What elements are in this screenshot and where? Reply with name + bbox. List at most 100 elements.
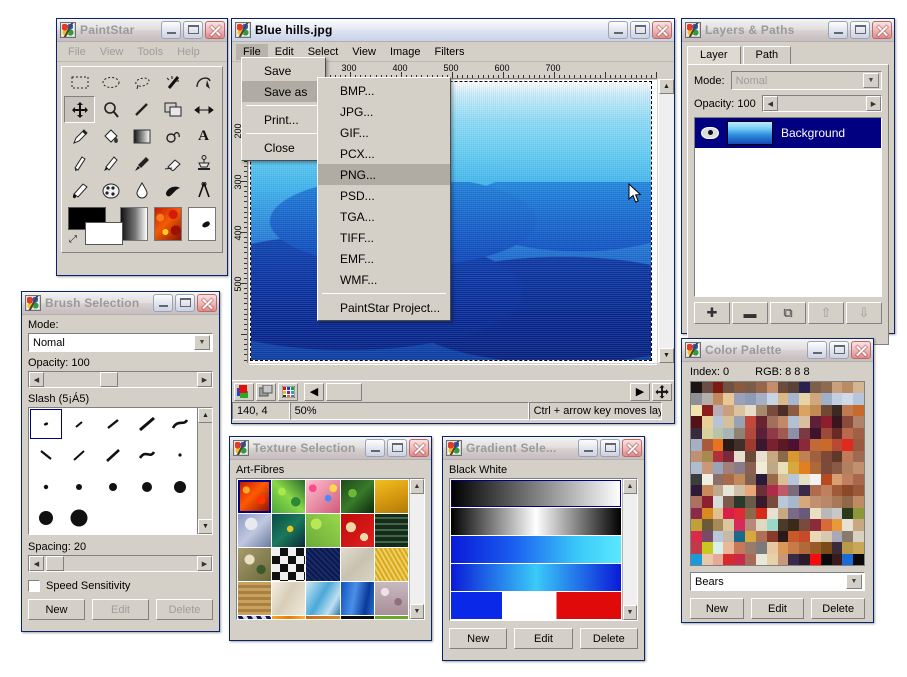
foreground-background-swatch[interactable]: ⤢ <box>68 207 114 245</box>
scroll-down-button[interactable]: ▼ <box>198 519 213 534</box>
palette-swatch[interactable] <box>745 416 756 427</box>
palette-swatch[interactable] <box>842 462 853 473</box>
maximize-button[interactable] <box>829 341 849 359</box>
palette-swatch[interactable] <box>745 508 756 519</box>
menu-item-bmp[interactable]: BMP... <box>318 80 450 101</box>
palette-swatch[interactable] <box>723 451 734 462</box>
palette-swatch[interactable] <box>745 519 756 530</box>
line-tool[interactable] <box>126 96 157 123</box>
palette-swatch[interactable] <box>842 496 853 507</box>
palette-swatch[interactable] <box>734 542 745 553</box>
palette-swatch[interactable] <box>723 496 734 507</box>
tex-teal-oil[interactable] <box>272 514 305 547</box>
palette-tool[interactable] <box>95 177 126 204</box>
palette-swatch[interactable] <box>745 451 756 462</box>
palette-swatch[interactable] <box>713 451 724 462</box>
palette-swatch[interactable] <box>734 428 745 439</box>
palette-swatch[interactable] <box>756 531 767 542</box>
palette-swatch[interactable] <box>821 519 832 530</box>
palette-titlebar[interactable]: Color Palette <box>682 339 873 362</box>
menu-item-jpg[interactable]: JPG... <box>318 101 450 122</box>
palette-swatch[interactable] <box>756 496 767 507</box>
palette-swatch[interactable] <box>702 451 713 462</box>
palette-swatch[interactable] <box>745 496 756 507</box>
palette-swatch[interactable] <box>778 462 789 473</box>
palette-swatch[interactable] <box>691 382 702 393</box>
palette-swatch[interactable] <box>778 554 789 565</box>
blue-white-red[interactable] <box>451 592 621 619</box>
brush-slash-6[interactable] <box>96 440 130 472</box>
pan-button[interactable] <box>652 383 672 401</box>
palette-swatch[interactable] <box>842 393 853 404</box>
tex-checker[interactable] <box>272 548 305 581</box>
tex-green-noise[interactable] <box>306 514 339 547</box>
palette-swatch[interactable] <box>691 542 702 553</box>
tex-beige-paper[interactable] <box>341 548 374 581</box>
slider-thumb[interactable] <box>100 372 118 387</box>
palette-swatch[interactable] <box>853 485 864 496</box>
ellipse-select-tool[interactable] <box>95 69 126 96</box>
maximize-button[interactable] <box>387 439 407 457</box>
palette-swatch[interactable] <box>723 485 734 496</box>
palette-swatch[interactable] <box>799 416 810 427</box>
palette-swatch[interactable] <box>691 451 702 462</box>
palette-swatch[interactable] <box>756 554 767 565</box>
palette-swatch[interactable] <box>778 496 789 507</box>
palette-swatch[interactable] <box>799 382 810 393</box>
palette-swatch[interactable] <box>691 462 702 473</box>
palette-swatch[interactable] <box>734 474 745 485</box>
brush-titlebar[interactable]: Brush Selection <box>22 292 219 315</box>
image-toolstrip[interactable]: ◀ ▶ <box>232 380 674 402</box>
palette-swatch[interactable] <box>702 416 713 427</box>
palette-swatch[interactable] <box>799 451 810 462</box>
palette-swatch[interactable] <box>756 428 767 439</box>
brush-slash-5[interactable] <box>63 440 97 472</box>
palette-swatch[interactable] <box>745 474 756 485</box>
texture-titlebar[interactable]: Texture Selection <box>230 437 431 460</box>
palette-swatch[interactable] <box>821 508 832 519</box>
palette-swatch[interactable] <box>767 451 778 462</box>
palette-swatch[interactable] <box>723 382 734 393</box>
brush-opacity-slider[interactable]: ◀ ▶ <box>28 371 213 388</box>
palette-swatch[interactable] <box>853 554 864 565</box>
palette-swatch[interactable] <box>691 439 702 450</box>
background-color-swatch[interactable] <box>85 222 123 245</box>
brush-curve-1[interactable] <box>163 408 197 440</box>
palette-swatch[interactable] <box>842 508 853 519</box>
palette-swatch[interactable] <box>788 485 799 496</box>
menu-item-save-as[interactable]: Save as ▶ <box>242 81 325 102</box>
palette-swatch[interactable] <box>853 531 864 542</box>
palette-swatch[interactable] <box>821 451 832 462</box>
palette-swatch[interactable] <box>821 393 832 404</box>
palette-swatch[interactable] <box>713 519 724 530</box>
palette-swatch[interactable] <box>788 428 799 439</box>
layer-mode-button[interactable] <box>256 383 276 401</box>
palette-swatch[interactable] <box>723 531 734 542</box>
palette-swatch[interactable] <box>853 451 864 462</box>
resize-tool[interactable] <box>188 96 219 123</box>
tex-red-spatter[interactable] <box>341 514 374 547</box>
palette-swatch[interactable] <box>810 382 821 393</box>
layers-tabstrip[interactable]: Layer Path <box>682 42 894 64</box>
scroll-up-button[interactable]: ▲ <box>198 408 213 423</box>
palette-swatch[interactable] <box>767 554 778 565</box>
brush-blank-1[interactable] <box>96 503 130 535</box>
palette-swatch[interactable] <box>713 508 724 519</box>
tex-black-burst[interactable] <box>341 616 374 620</box>
palette-swatch[interactable] <box>821 474 832 485</box>
palette-swatch[interactable] <box>723 519 734 530</box>
palette-swatch[interactable] <box>842 382 853 393</box>
palette-swatch[interactable] <box>713 554 724 565</box>
speed-sensitivity-checkbox[interactable] <box>28 580 40 592</box>
palette-swatch[interactable] <box>767 531 778 542</box>
close-button[interactable] <box>872 21 892 39</box>
image-window[interactable]: Blue hills.jpg File Edit Select View Ima… <box>231 18 675 424</box>
delete-gradient-button[interactable]: Delete <box>580 628 638 649</box>
palette-swatch[interactable] <box>842 519 853 530</box>
zoom-tool[interactable] <box>95 96 126 123</box>
menu-image[interactable]: Image <box>383 44 428 60</box>
brush-grid[interactable]: ▲ ▼ <box>28 407 213 535</box>
gradient-selection-window[interactable]: Gradient Sele... Black White ▲ ▼ New Edi… <box>442 436 645 661</box>
brush-blank-2[interactable] <box>130 503 164 535</box>
palette-swatch[interactable] <box>756 462 767 473</box>
